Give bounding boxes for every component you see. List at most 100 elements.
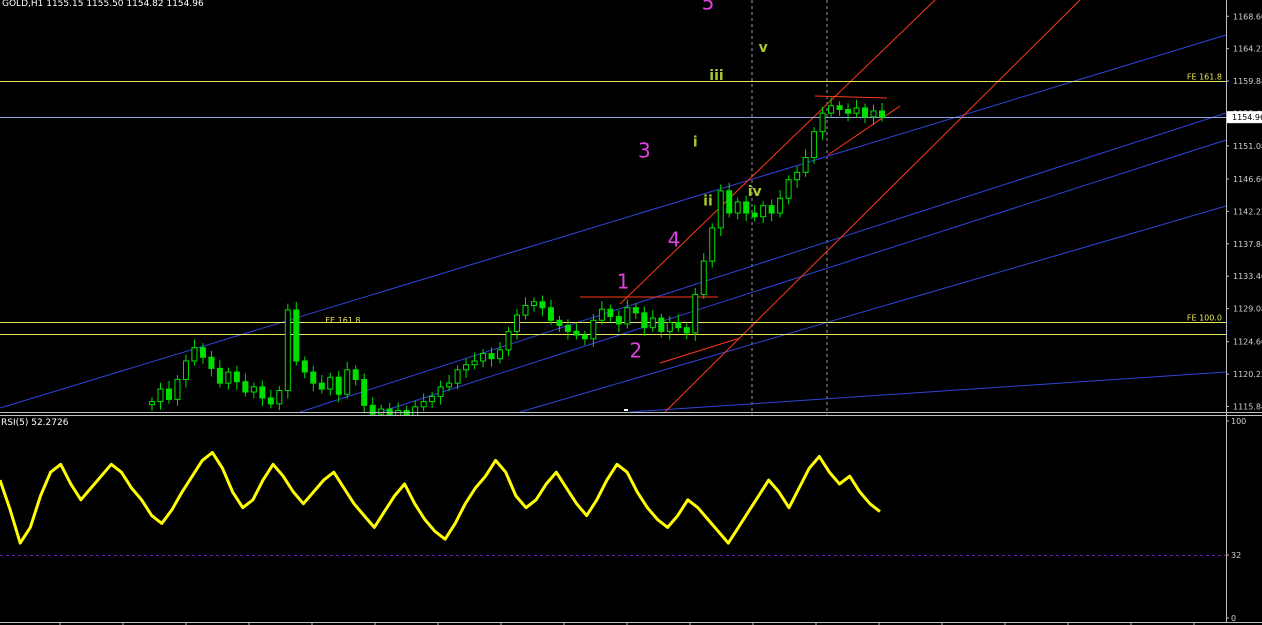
trend-line: [629, 371, 1227, 413]
candle-body: [335, 376, 342, 395]
candle-body: [318, 382, 325, 390]
candle-body: [726, 190, 733, 214]
candle-body: [514, 314, 520, 332]
rsi-tick-label: 0: [1231, 614, 1236, 623]
candle-body: [361, 378, 368, 406]
candle-body: [310, 371, 317, 384]
current-price-label: 1154.96: [1232, 113, 1262, 122]
candle-body: [378, 408, 385, 415]
rsi-axis: 100 32 0: [1226, 417, 1246, 623]
candle-body: [530, 301, 537, 306]
candle-body: [632, 307, 639, 314]
candle-body: [853, 107, 860, 114]
trend-line: [814, 95, 888, 99]
candle-body: [794, 171, 801, 181]
candle-body: [352, 369, 359, 380]
candle-body: [683, 327, 690, 334]
candle-body: [573, 330, 580, 336]
candle-body: [174, 378, 181, 400]
trend-line: [619, 0, 936, 305]
candle-body: [581, 334, 588, 340]
level-annotation: FE 161.8: [325, 316, 360, 325]
price-tick-label: 1146.60: [1233, 175, 1262, 184]
price-tick-label: 1137.84: [1233, 240, 1262, 249]
candle-body: [624, 307, 631, 325]
candle-body: [598, 308, 605, 321]
candle-body: [777, 197, 784, 214]
symbol-label: GOLD,H1: [2, 0, 44, 9]
candle-body: [879, 110, 885, 118]
wave-label: 5: [702, 0, 715, 15]
price-tick-label: 1159.84: [1233, 77, 1262, 86]
candle-body: [785, 179, 792, 199]
candle-body: [590, 319, 597, 340]
wave-label: 1: [617, 269, 630, 293]
candle-body: [225, 371, 232, 384]
price-tick-label: 1115.84: [1233, 403, 1262, 412]
candle-body: [276, 390, 283, 405]
candle-body: [233, 371, 240, 383]
candle-body: [819, 112, 826, 133]
wave-annotations: 5viii3 iiiiv412FE 161.8: [325, 0, 767, 362]
candle-body: [301, 360, 308, 373]
candle-body: [497, 349, 504, 360]
candle-body: [743, 201, 750, 214]
candle-body: [692, 293, 699, 334]
candles: [149, 97, 885, 429]
wave-label: 3: [638, 139, 651, 163]
candle-body: [564, 324, 571, 332]
candle-body: [641, 312, 648, 329]
candle-body: [522, 304, 529, 316]
candle-body: [454, 369, 461, 384]
candle-body: [734, 201, 741, 214]
ohlc-readout: 1155.15 1155.50 1154.82 1154.96: [46, 0, 204, 9]
price-level-label: FE 161.8: [1187, 73, 1222, 82]
candle-body: [607, 308, 614, 318]
candle-body: [649, 317, 656, 329]
candle-body: [242, 381, 249, 393]
candle-body: [836, 105, 843, 110]
price-tick-label: 1129.08: [1233, 305, 1262, 314]
candle-body: [811, 131, 818, 159]
wave-label: v: [759, 40, 768, 56]
candle-body: [344, 369, 351, 395]
candle-body: [751, 212, 758, 218]
rsi-tick-label: 100: [1231, 417, 1246, 426]
wave-label: ii: [703, 194, 713, 210]
rsi-background: [0, 415, 1226, 622]
candle-body: [267, 397, 274, 405]
candle-body: [488, 353, 495, 360]
candle-body: [471, 360, 478, 366]
wave-label: 2: [629, 338, 642, 362]
candle-body: [709, 227, 716, 262]
price-tick-label: 1151.08: [1233, 142, 1262, 151]
candle-body: [259, 386, 266, 399]
candle-body: [480, 353, 487, 362]
wave-label: iv: [748, 184, 762, 200]
candle-body: [208, 356, 215, 369]
candle-body: [463, 364, 470, 371]
price-axis: 1168.601164.221159.841155.461151.081146.…: [1226, 12, 1262, 412]
horizontal-levels: FE 161.8 FE 100.0: [0, 73, 1226, 335]
price-marker: [624, 409, 628, 411]
candle-body: [157, 388, 164, 403]
price-tick-label: 1133.46: [1233, 272, 1262, 281]
candle-body: [845, 108, 852, 114]
wave-label: i: [693, 134, 698, 150]
candle-body: [615, 316, 622, 325]
candle-body: [768, 205, 775, 214]
candle-body: [505, 330, 512, 351]
wave-label: iii: [709, 68, 723, 84]
candle-body: [717, 190, 724, 229]
candle-body: [828, 105, 835, 114]
candle-body: [870, 110, 877, 118]
trend-line: [299, 112, 1227, 413]
candle-body: [539, 301, 546, 309]
candle-body: [429, 395, 436, 403]
candle-body: [293, 309, 300, 362]
candle-body: [675, 321, 682, 329]
candle-body: [802, 157, 809, 173]
candle-body: [199, 347, 206, 358]
candle-body: [216, 367, 223, 384]
candle-body: [327, 376, 334, 390]
